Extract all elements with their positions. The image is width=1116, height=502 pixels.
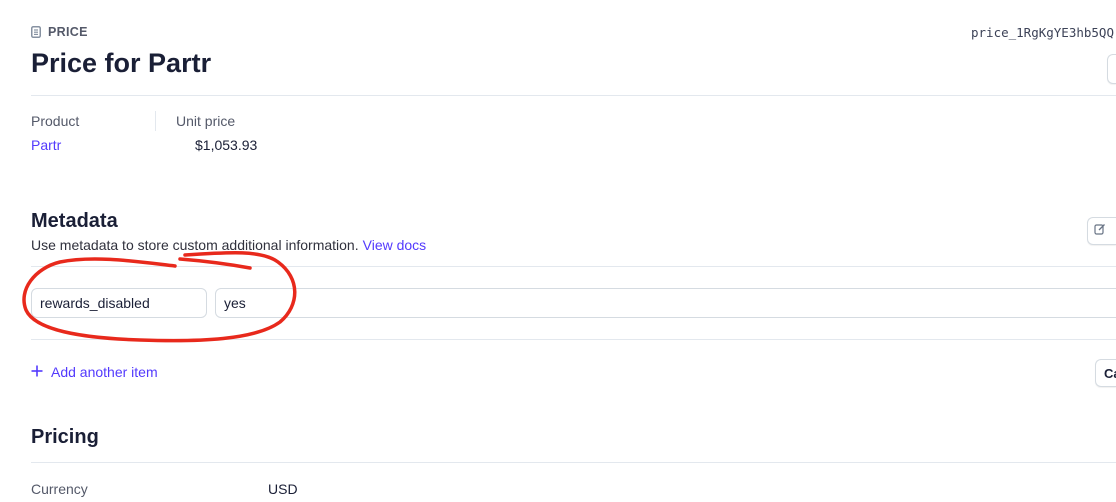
view-docs-link[interactable]: View docs [363, 237, 427, 253]
cancel-button[interactable]: Ca [1095, 359, 1116, 387]
product-label: Product [31, 113, 80, 129]
currency-value: USD [268, 481, 298, 497]
summary-divider [155, 111, 156, 131]
unit-price-label: Unit price [176, 113, 236, 129]
unit-price-value: $1,053.93 [195, 137, 258, 153]
plus-icon [31, 364, 43, 380]
metadata-description-text: Use metadata to store custom additional … [31, 237, 359, 253]
metadata-key-input[interactable] [31, 288, 207, 318]
metadata-heading: Metadata [31, 210, 118, 232]
header-divider [31, 95, 1116, 96]
metadata-bottom-divider [31, 339, 1116, 340]
page-title: Price for Partr [31, 48, 212, 78]
eyebrow-label: PRICE [48, 25, 88, 39]
metadata-top-divider [31, 266, 1116, 267]
edit-icon [1094, 222, 1106, 240]
price-id[interactable]: price_1RgKgYE3hb5QQ [971, 25, 1114, 40]
pricing-divider [31, 462, 1116, 463]
metadata-description: Use metadata to store custom additional … [31, 237, 426, 253]
metadata-value-input[interactable] [215, 288, 1116, 318]
page-eyebrow: PRICE [31, 25, 88, 39]
add-item-button[interactable]: Add another item [31, 364, 158, 380]
edit-metadata-button[interactable] [1087, 217, 1116, 245]
add-item-label: Add another item [51, 364, 158, 380]
pricing-heading: Pricing [31, 426, 99, 448]
header-actions-button[interactable] [1107, 54, 1116, 84]
currency-label: Currency [31, 481, 88, 497]
product-link[interactable]: Partr [31, 137, 61, 153]
document-icon [31, 26, 41, 38]
